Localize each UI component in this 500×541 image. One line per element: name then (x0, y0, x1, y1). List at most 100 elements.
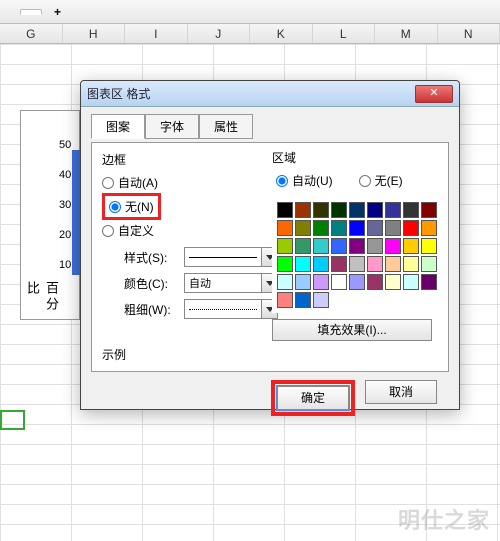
color-swatch[interactable] (349, 274, 365, 290)
color-swatch[interactable] (367, 220, 383, 236)
color-swatch[interactable] (313, 220, 329, 236)
line-sample-icon (189, 257, 257, 258)
weight-sample-icon (189, 309, 257, 310)
color-swatch[interactable] (295, 202, 311, 218)
dialog-titlebar[interactable]: 图表区 格式 ✕ (81, 81, 459, 107)
col-header[interactable]: H (63, 24, 126, 43)
color-palette (272, 197, 442, 313)
radio-input[interactable] (359, 175, 371, 187)
selected-cell-marker (0, 410, 25, 430)
radio-label: 自动(U) (292, 172, 333, 189)
col-header[interactable]: N (438, 24, 500, 43)
radio-input[interactable] (102, 225, 114, 237)
col-header[interactable]: I (125, 24, 188, 43)
color-swatch[interactable] (385, 238, 401, 254)
color-swatch[interactable] (349, 202, 365, 218)
chart-preview: 百分比 50 40 30 20 10 (20, 110, 80, 320)
color-swatch[interactable] (277, 274, 293, 290)
area-auto-radio[interactable]: 自动(U) (276, 170, 333, 191)
color-swatch[interactable] (421, 202, 437, 218)
color-swatch[interactable] (277, 238, 293, 254)
col-header[interactable]: K (250, 24, 313, 43)
color-swatch[interactable] (331, 256, 347, 272)
fill-effects-button[interactable]: 填充效果(I)... (272, 319, 432, 341)
color-swatch[interactable] (421, 220, 437, 236)
col-header[interactable]: J (188, 24, 251, 43)
color-swatch[interactable] (421, 256, 437, 272)
color-swatch[interactable] (367, 256, 383, 272)
color-swatch[interactable] (403, 256, 419, 272)
color-swatch[interactable] (385, 256, 401, 272)
color-swatch[interactable] (403, 202, 419, 218)
tab-panel: 边框 自动(A) 无(N) 自定义 样式(S): (91, 142, 449, 372)
dialog-tabs: 图案 字体 属性 (91, 113, 449, 138)
tab-font[interactable]: 字体 (145, 114, 199, 139)
color-swatch[interactable] (295, 274, 311, 290)
color-swatch[interactable] (277, 202, 293, 218)
col-header[interactable]: G (0, 24, 63, 43)
color-swatch[interactable] (277, 256, 293, 272)
radio-label: 自动(A) (118, 174, 158, 191)
color-swatch[interactable] (403, 220, 419, 236)
color-swatch[interactable] (385, 220, 401, 236)
color-swatch[interactable] (295, 292, 311, 308)
weight-label: 粗细(W): (124, 301, 176, 318)
example-label: 示例 (102, 346, 126, 363)
color-swatch[interactable] (349, 256, 365, 272)
chart-y-tick: 50 (59, 139, 71, 151)
color-swatch[interactable] (313, 256, 329, 272)
color-swatch[interactable] (421, 274, 437, 290)
area-none-radio[interactable]: 无(E) (359, 170, 403, 191)
weight-combo[interactable] (184, 299, 278, 319)
color-swatch[interactable] (313, 238, 329, 254)
color-swatch[interactable] (295, 220, 311, 236)
color-swatch[interactable] (367, 202, 383, 218)
col-header[interactable]: M (375, 24, 438, 43)
radio-input[interactable] (109, 201, 121, 213)
color-swatch[interactable] (367, 238, 383, 254)
tab-attributes[interactable]: 属性 (199, 114, 253, 139)
color-label: 颜色(C): (124, 275, 176, 292)
color-swatch[interactable] (277, 292, 293, 308)
color-swatch[interactable] (331, 274, 347, 290)
radio-label: 无(N) (125, 198, 154, 215)
format-chart-area-dialog: 图表区 格式 ✕ 图案 字体 属性 边框 自动(A) 无(N) (80, 80, 460, 410)
color-swatch[interactable] (277, 220, 293, 236)
color-value: 自动 (184, 273, 262, 293)
color-swatch[interactable] (331, 202, 347, 218)
radio-input[interactable] (102, 177, 114, 189)
color-swatch[interactable] (313, 274, 329, 290)
col-header[interactable]: L (313, 24, 376, 43)
color-swatch[interactable] (367, 274, 383, 290)
color-swatch[interactable] (403, 274, 419, 290)
color-swatch[interactable] (385, 274, 401, 290)
color-swatch[interactable] (403, 238, 419, 254)
add-sheet-button[interactable]: + (44, 3, 71, 21)
color-swatch[interactable] (313, 202, 329, 218)
color-swatch[interactable] (349, 220, 365, 236)
color-swatch[interactable] (385, 202, 401, 218)
color-swatch[interactable] (349, 238, 365, 254)
color-swatch[interactable] (295, 238, 311, 254)
cancel-button[interactable]: 取消 (365, 380, 437, 404)
close-button[interactable]: ✕ (415, 85, 453, 103)
watermark-text: 明仕之家 (398, 503, 490, 535)
color-swatch[interactable] (331, 238, 347, 254)
highlight-border-none: 无(N) (102, 193, 161, 220)
chart-y-tick: 20 (59, 229, 71, 241)
color-swatch[interactable] (331, 220, 347, 236)
color-swatch[interactable] (421, 238, 437, 254)
radio-input[interactable] (276, 175, 288, 187)
dialog-buttons: 确定 取消 (91, 372, 449, 416)
workbook-tabbar: + (0, 0, 500, 24)
color-swatch[interactable] (295, 256, 311, 272)
border-none-radio[interactable]: 无(N) (109, 196, 154, 217)
ok-button[interactable]: 确定 (277, 386, 349, 410)
color-swatch[interactable] (313, 292, 329, 308)
style-label: 样式(S): (124, 249, 176, 266)
tab-pattern[interactable]: 图案 (91, 114, 145, 139)
color-combo[interactable]: 自动 (184, 273, 278, 293)
dialog-title: 图表区 格式 (87, 85, 415, 102)
sheet-tab[interactable] (20, 9, 42, 15)
style-combo[interactable] (184, 247, 278, 267)
